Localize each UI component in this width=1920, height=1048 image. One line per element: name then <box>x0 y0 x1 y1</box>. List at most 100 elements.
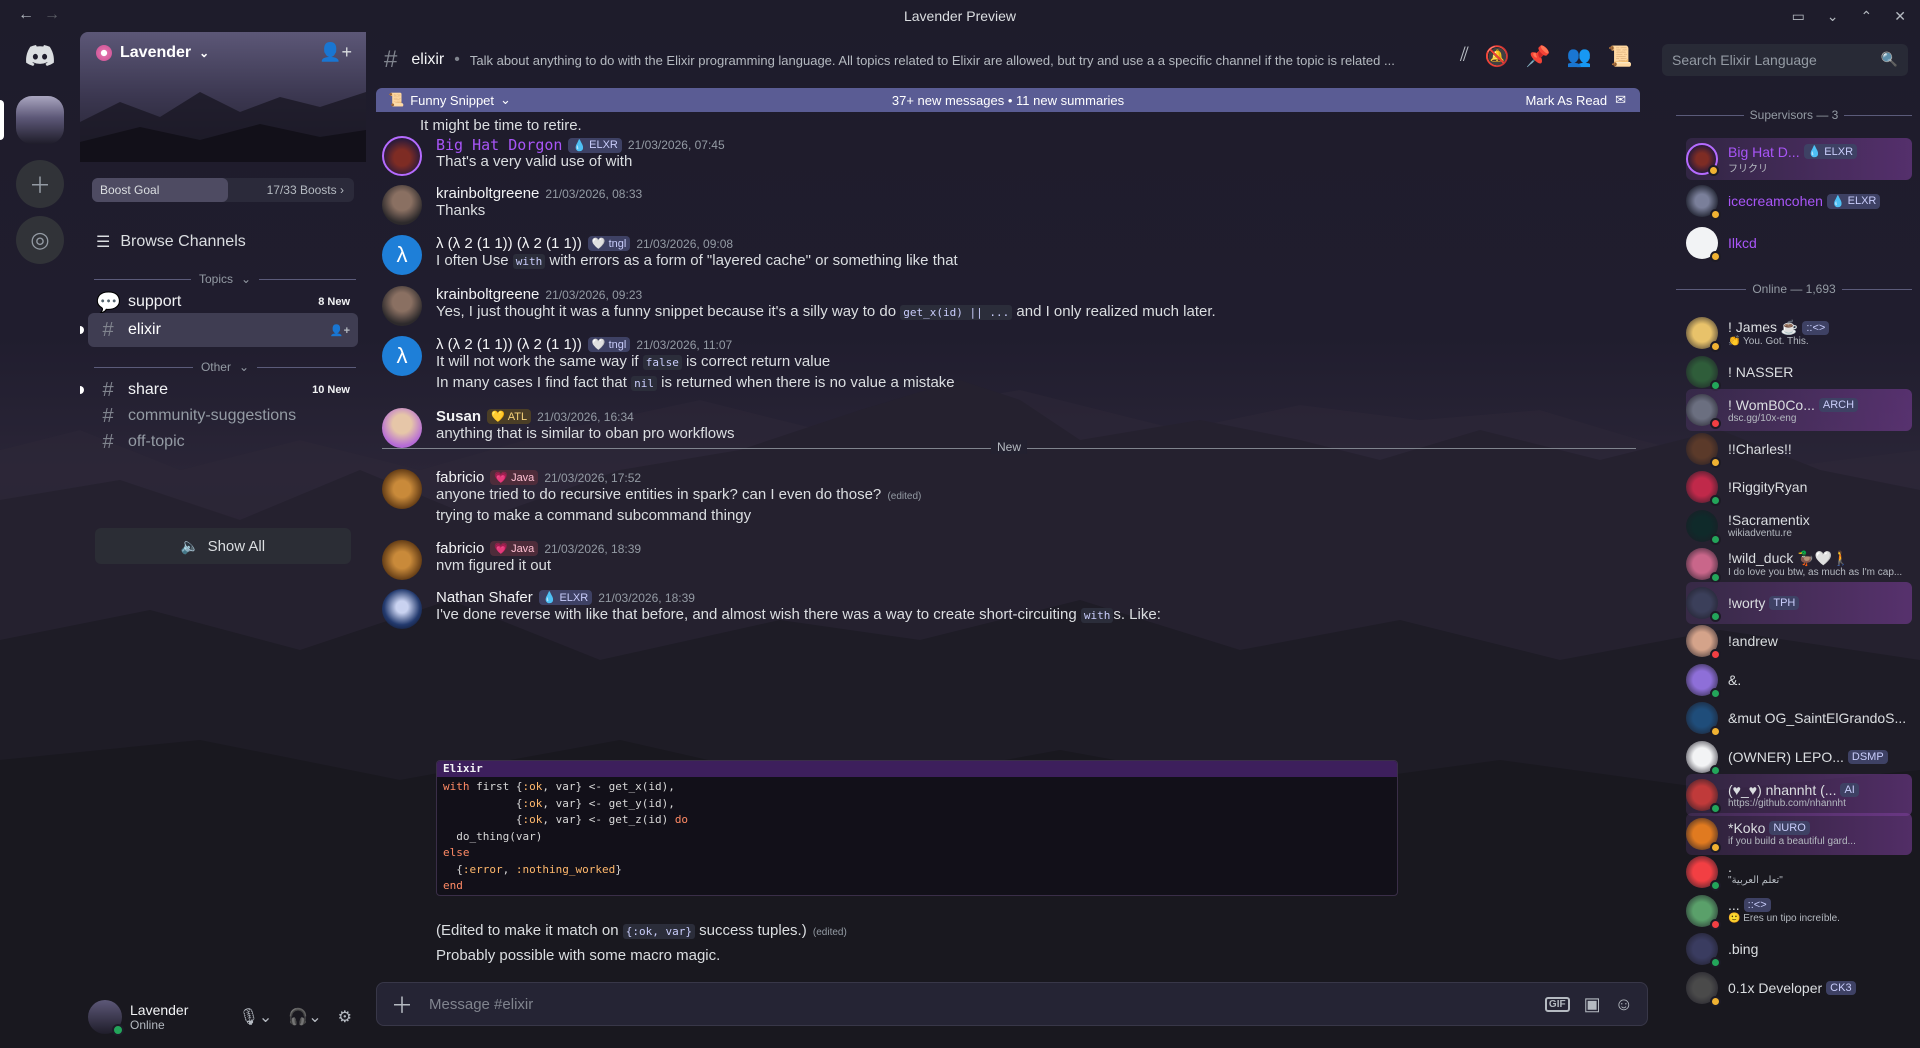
microphone-icon[interactable]: 🎙⌄ <box>239 1007 273 1027</box>
message-author[interactable]: λ (λ 2 (1 1)) (λ 2 (1 1)) <box>436 336 582 353</box>
member-avatar <box>1686 817 1721 853</box>
sticker-icon[interactable]: ▣ <box>1584 994 1601 1015</box>
invite-icon[interactable]: 👤+ <box>330 324 350 337</box>
search-input[interactable]: Search Elixir Language 🔍 <box>1662 44 1908 76</box>
message-text: trying to make a command subcommand thin… <box>436 507 752 524</box>
user-avatar[interactable] <box>382 185 422 225</box>
show-all-button[interactable]: 🔈 Show All <box>95 528 351 564</box>
member-name: (♥_♥) nhannht (... <box>1728 781 1837 798</box>
discord-home-icon[interactable] <box>16 32 64 80</box>
member-name: ! WomB0Co... <box>1728 396 1815 413</box>
member-item[interactable]: !andrew <box>1686 620 1912 662</box>
minimize-icon[interactable]: ⌄ <box>1827 8 1839 25</box>
member-item[interactable]: &. <box>1686 659 1912 701</box>
threads-icon[interactable]: ⫽ <box>1460 44 1469 69</box>
message-text: It might be time to retire. <box>420 117 582 134</box>
channel-elixir[interactable]: # elixir 👤+ <box>80 313 358 347</box>
member-avatar <box>1686 471 1721 506</box>
member-list-icon[interactable]: 👥 <box>1567 44 1592 69</box>
window-controls: ▭ ⌄ ⌃ ✕ <box>1792 8 1906 25</box>
message-author[interactable]: krainboltgreene <box>436 185 539 202</box>
settings-gear-icon[interactable]: ⚙ <box>338 1007 352 1027</box>
message-author[interactable]: fabricio <box>436 540 484 557</box>
lambda-avatar[interactable]: λ <box>382 336 422 376</box>
member-item[interactable]: !Sacramentix wikiadventu.re <box>1686 505 1912 547</box>
lambda-avatar[interactable]: λ <box>382 235 422 275</box>
member-item[interactable]: !worty TPH <box>1686 581 1912 624</box>
new-messages-bar[interactable]: 📜 Funny Snippet ⌄ 37+ new messages • 11 … <box>376 88 1640 112</box>
message-composer[interactable]: ＋ Message #elixir GIF ▣ ☺ <box>376 982 1648 1026</box>
online-header: Online — 1,693 <box>1676 282 1913 296</box>
member-name: *Koko <box>1728 820 1766 836</box>
server-name-dropdown[interactable]: Lavender ⌄ <box>96 44 209 62</box>
add-server-icon[interactable]: ＋ <box>16 160 64 208</box>
message-author[interactable]: krainboltgreene <box>436 286 539 303</box>
server-icon-lavender[interactable] <box>16 96 64 144</box>
user-avatar[interactable] <box>382 469 422 509</box>
member-item[interactable]: (♥_♥) nhannht (... AI https://github.com/n… <box>1686 774 1912 816</box>
channel-topic[interactable]: Talk about anything to do with the Elixi… <box>470 53 1450 68</box>
member-item[interactable]: .bing <box>1686 928 1912 970</box>
notification-muted-icon[interactable]: 🔕 <box>1485 44 1510 69</box>
discover-compass-icon[interactable]: ◎ <box>16 216 64 264</box>
member-item[interactable]: ! WomB0Co... ARCH dsc.gg/10x-eng <box>1686 389 1912 431</box>
member-item[interactable]: !RiggityRyan <box>1686 466 1912 508</box>
member-name: ! James ☕ <box>1728 319 1799 335</box>
member-status-text: wikiadventu.re <box>1728 528 1792 539</box>
user-avatar[interactable] <box>88 1000 124 1036</box>
member-item[interactable]: ...::<> 🙂 Eres un tipo increíble. <box>1686 890 1912 932</box>
message-author[interactable]: Big Hat Dorgon <box>436 136 562 154</box>
close-icon[interactable]: ✕ <box>1894 8 1906 25</box>
browse-channels[interactable]: ☰ Browse Channels <box>96 232 246 252</box>
user-avatar[interactable] <box>382 540 422 580</box>
user-avatar[interactable] <box>382 408 422 448</box>
summaries-icon[interactable]: 📜 <box>1608 44 1633 69</box>
user-avatar[interactable] <box>382 589 422 629</box>
member-item[interactable]: &mut OG_SaintElGrandoS... <box>1686 697 1912 739</box>
message-input[interactable]: Message #elixir <box>429 996 533 1013</box>
new-messages-count: 37+ new messages • 11 new summaries <box>891 93 1125 108</box>
maximize-icon[interactable]: ⌃ <box>1861 8 1873 25</box>
member-item[interactable]: ! James ☕::<> 👏 You. Got. This. <box>1686 312 1912 354</box>
category-topics[interactable]: Topics ⌄ <box>94 272 357 286</box>
member-item[interactable]: *Koko NURO if you build a beautiful gard..… <box>1686 812 1912 855</box>
user-avatar[interactable] <box>382 136 422 176</box>
member-item[interactable]: Big Hat D... 💧 ELXR フリクリ <box>1686 138 1912 180</box>
message-author[interactable]: fabricio <box>436 469 484 486</box>
boost-goal-bar[interactable]: Boost Goal 17/33 Boosts › <box>92 178 354 202</box>
new-messages-divider: New <box>382 440 1636 454</box>
message-author[interactable]: Nathan Shafer <box>436 589 533 606</box>
member-avatar <box>1686 509 1721 545</box>
role-tag: CK3 <box>1826 980 1856 995</box>
member-item[interactable]: !!Charles!! <box>1686 428 1912 470</box>
message-text: I often Use with with errors as a form o… <box>436 252 958 269</box>
invite-people-icon[interactable]: 👤+ <box>319 42 352 63</box>
user-avatar[interactable] <box>382 286 422 326</box>
attach-plus-icon[interactable]: ＋ <box>391 988 413 1020</box>
user-status: Online <box>130 1018 165 1032</box>
inbox-icon[interactable]: ▭ <box>1792 8 1805 25</box>
user-controls: 🎙⌄ 🎧⌄ ⚙ <box>239 1007 352 1027</box>
emoji-icon[interactable]: ☺ <box>1615 994 1633 1015</box>
role-tag: ::<> <box>1743 898 1771 912</box>
member-status-text: "تعلم العربية" <box>1728 874 1783 886</box>
headphones-icon[interactable]: 🎧⌄ <box>288 1007 321 1027</box>
message-text: Yes, I just thought it was a funny snipp… <box>436 303 1216 320</box>
gif-button[interactable]: GIF <box>1544 996 1570 1012</box>
member-item[interactable]: . "تعلم العربية" <box>1686 851 1912 893</box>
message-author[interactable]: λ (λ 2 (1 1)) (λ 2 (1 1)) <box>436 235 582 252</box>
category-other[interactable]: Other ⌄ <box>94 360 357 374</box>
member-item[interactable]: Ilkcd <box>1686 222 1912 264</box>
message-author[interactable]: Susan <box>436 408 481 425</box>
channel-label: off-topic <box>128 433 185 450</box>
channel-label: share <box>128 381 169 398</box>
member-item[interactable]: (OWNER) LEPO... DSMP <box>1686 736 1912 778</box>
pin-icon[interactable]: 📌 <box>1526 44 1551 69</box>
member-item[interactable]: ! NASSER <box>1686 351 1912 393</box>
channel-off-topic[interactable]: # off-topic <box>88 425 358 459</box>
channel-label: community-suggestions <box>128 407 297 424</box>
member-item[interactable]: icecreamcohen 💧 ELXR <box>1686 180 1912 222</box>
member-item[interactable]: !wild_duck 🦆🤍🚶 I do love you btw, as much… <box>1686 543 1912 585</box>
user-info[interactable]: Lavender Online <box>130 1002 188 1032</box>
member-item[interactable]: 0.1x Developer CK3 <box>1686 967 1912 1009</box>
